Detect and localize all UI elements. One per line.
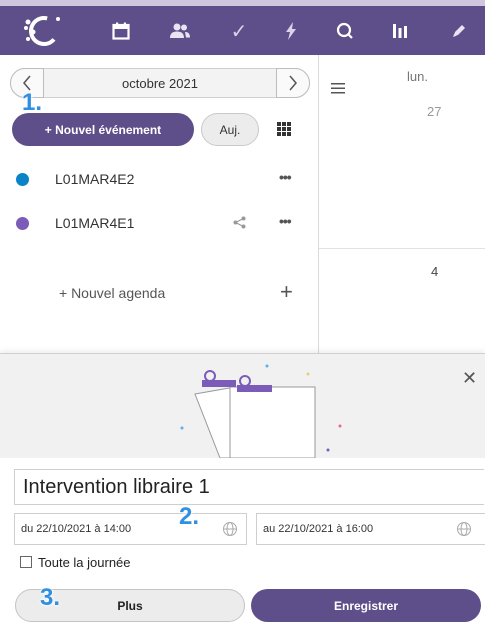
start-date-value: du 22/10/2021 à 14:00 bbox=[21, 523, 132, 535]
stats-icon[interactable] bbox=[389, 18, 411, 44]
top-navigation-bar: ✓ bbox=[0, 0, 485, 55]
globe-icon[interactable] bbox=[222, 521, 238, 537]
users-icon[interactable] bbox=[168, 18, 192, 44]
step-marker-1: 1. bbox=[22, 89, 43, 116]
share-icon[interactable] bbox=[233, 216, 246, 229]
step-marker-3: 3. bbox=[40, 584, 61, 611]
today-button[interactable]: Auj. bbox=[201, 113, 259, 146]
all-day-checkbox[interactable] bbox=[20, 556, 32, 568]
calendar-sidebar: octobre 2021 + Nouvel événement Auj. L01… bbox=[0, 55, 319, 353]
pencil-icon[interactable] bbox=[448, 18, 470, 44]
step-marker-2: 2. bbox=[179, 503, 200, 530]
agenda-color-dot bbox=[16, 217, 29, 230]
event-title-input[interactable] bbox=[14, 469, 484, 505]
agenda-item[interactable]: L01MAR4E2 ••• bbox=[0, 164, 318, 194]
close-icon[interactable]: ✕ bbox=[462, 368, 477, 389]
new-event-button[interactable]: + Nouvel événement bbox=[12, 113, 194, 146]
illustration-banner bbox=[0, 354, 485, 458]
end-date-field[interactable]: au 22/10/2021 à 16:00 bbox=[256, 513, 485, 545]
search-icon[interactable] bbox=[334, 18, 356, 44]
check-icon[interactable]: ✓ bbox=[228, 18, 250, 44]
week-divider bbox=[319, 248, 485, 249]
more-options-icon[interactable]: ••• bbox=[279, 213, 292, 229]
agenda-name: L01MAR4E2 bbox=[55, 171, 135, 187]
globe-icon[interactable] bbox=[456, 521, 472, 537]
grid-view-icon[interactable] bbox=[277, 122, 291, 136]
date-cell[interactable]: 4 bbox=[431, 264, 461, 279]
start-date-field[interactable]: du 22/10/2021 à 14:00 bbox=[14, 513, 247, 545]
all-day-label: Toute la journée bbox=[38, 555, 131, 570]
new-agenda-link[interactable]: + Nouvel agenda bbox=[59, 285, 165, 301]
add-agenda-icon[interactable]: + bbox=[280, 279, 293, 305]
month-label: octobre 2021 bbox=[122, 76, 198, 91]
month-navigator: octobre 2021 bbox=[10, 68, 310, 98]
date-cell[interactable]: 27 bbox=[427, 104, 457, 119]
agenda-color-dot bbox=[16, 173, 29, 186]
weekday-header: lun. bbox=[407, 69, 428, 84]
agenda-item[interactable]: L01MAR4E1 ••• bbox=[0, 208, 318, 238]
menu-icon[interactable] bbox=[331, 83, 345, 94]
next-month-button[interactable] bbox=[276, 68, 310, 98]
calendar-icon[interactable] bbox=[110, 18, 132, 44]
app-logo-icon[interactable] bbox=[22, 15, 72, 47]
lightning-icon[interactable] bbox=[281, 18, 301, 44]
new-event-dialog: ✕ du 22/10/2021 à 14:00 au 22/10/2021 à … bbox=[0, 353, 485, 629]
end-date-value: au 22/10/2021 à 16:00 bbox=[263, 523, 374, 535]
clipboard-illustration-icon bbox=[180, 364, 342, 458]
calendar-grid: lun. 27 4 bbox=[319, 55, 485, 353]
agenda-name: L01MAR4E1 bbox=[55, 215, 135, 231]
save-button[interactable]: Enregistrer bbox=[251, 589, 481, 622]
more-options-icon[interactable]: ••• bbox=[279, 169, 292, 185]
